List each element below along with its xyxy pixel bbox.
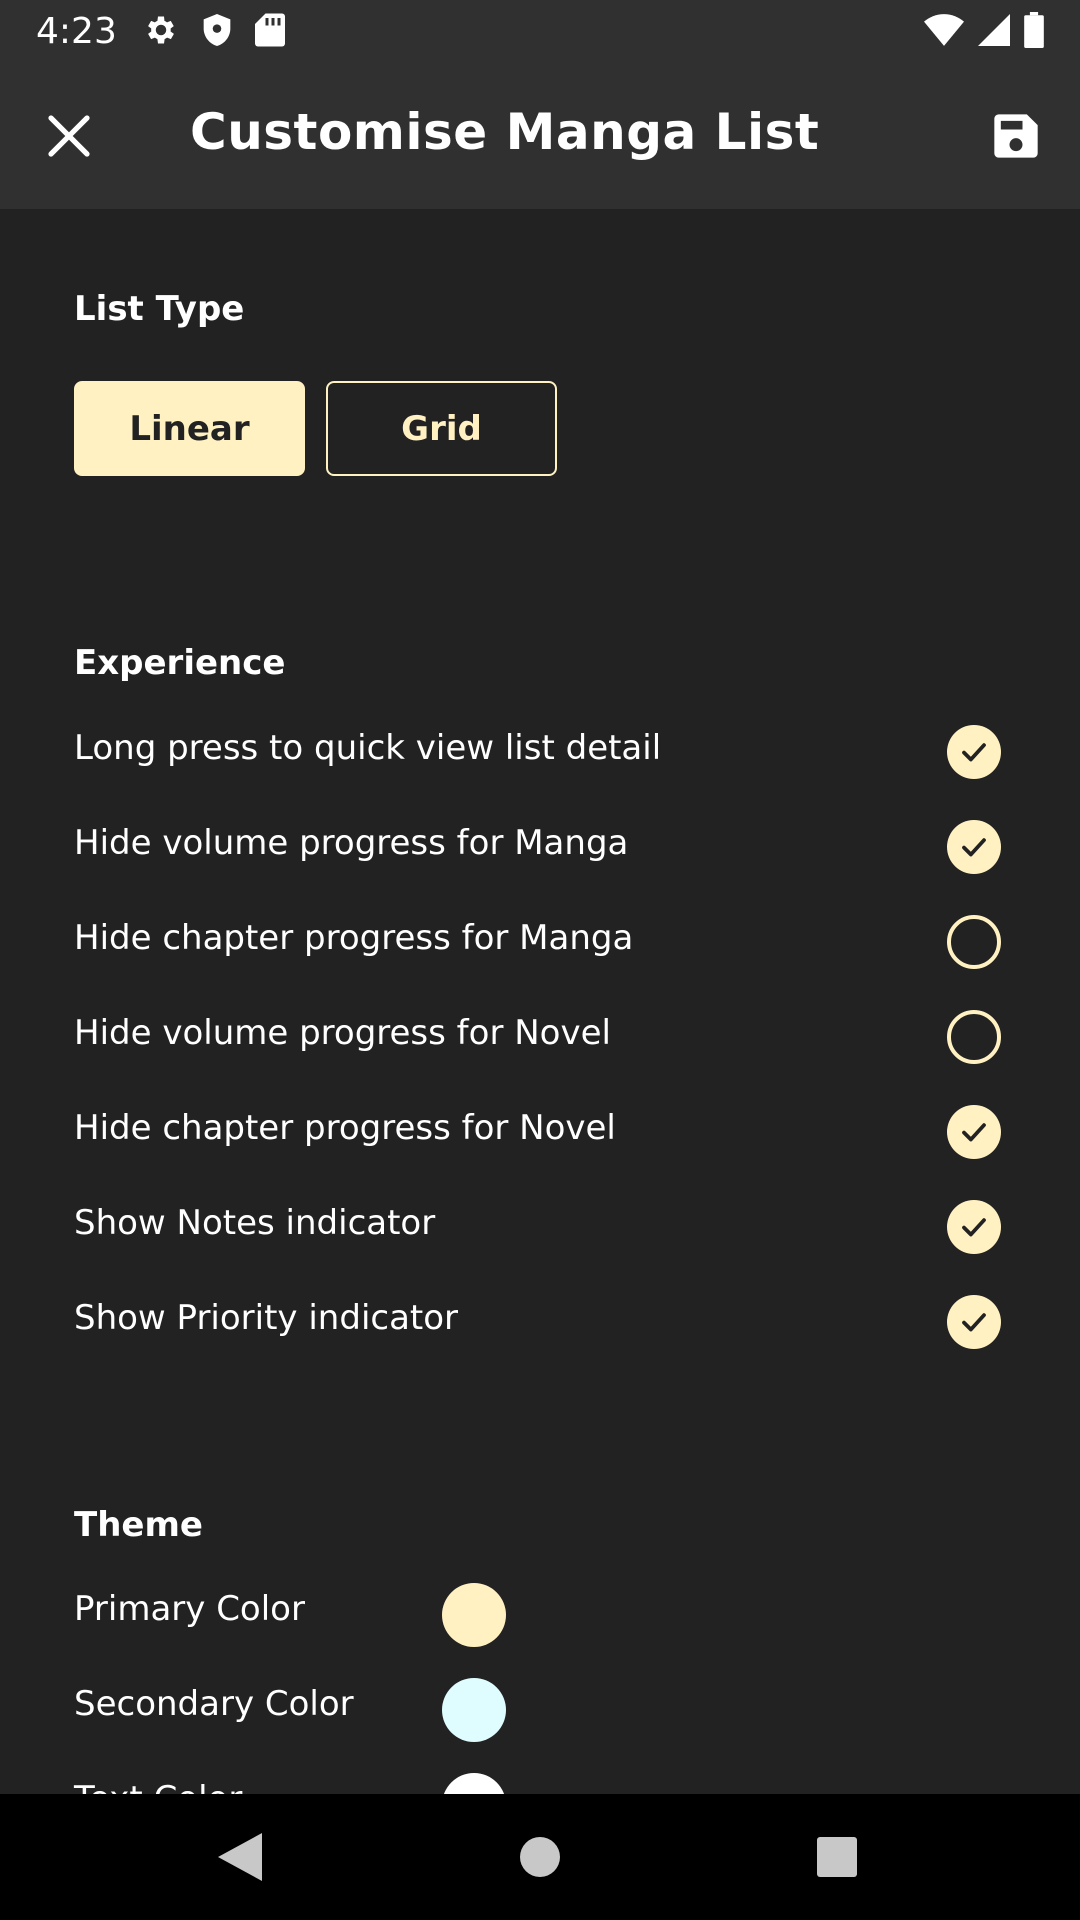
experience-row-hide-chapter-manga[interactable]: Hide chapter progress for Manga xyxy=(0,894,1080,989)
recents-button[interactable] xyxy=(812,1832,862,1882)
toggle-label: Hide volume progress for Novel xyxy=(74,1013,611,1053)
wifi-icon xyxy=(924,13,964,50)
status-bar: 4:23 xyxy=(0,0,1080,63)
toggle-label: Hide chapter progress for Novel xyxy=(74,1108,616,1148)
close-icon xyxy=(48,115,90,157)
status-icons-left xyxy=(143,12,285,52)
recents-icon xyxy=(817,1837,857,1877)
color-label: Primary Color xyxy=(74,1589,305,1629)
experience-row-notes-indicator[interactable]: Show Notes indicator xyxy=(0,1179,1080,1274)
secondary-color-row[interactable]: Secondary Color xyxy=(0,1662,1080,1757)
check-on-icon[interactable] xyxy=(947,725,1001,779)
toggle-label: Show Notes indicator xyxy=(74,1203,436,1243)
page-title: Customise Manga List xyxy=(190,103,820,161)
check-on-icon[interactable] xyxy=(947,1295,1001,1349)
screen: 4:23 Customise Manga List List Type Line… xyxy=(0,0,1080,1920)
experience-title: Experience xyxy=(74,643,286,683)
gear-icon xyxy=(143,12,179,52)
primary-color-row[interactable]: Primary Color xyxy=(0,1567,1080,1662)
check-off-icon[interactable] xyxy=(947,1010,1001,1064)
sd-card-icon xyxy=(254,12,285,52)
save-button[interactable] xyxy=(990,110,1042,162)
status-icons-right xyxy=(924,11,1044,52)
navigation-bar xyxy=(0,1794,1080,1920)
grid-option-button[interactable]: Grid xyxy=(326,381,557,476)
text-color-swatch[interactable] xyxy=(442,1773,506,1794)
check-on-icon[interactable] xyxy=(947,820,1001,874)
color-label: Secondary Color xyxy=(74,1684,354,1724)
toggle-label: Hide volume progress for Manga xyxy=(74,823,629,863)
settings-content: List Type Linear Grid Experience Long pr… xyxy=(0,209,1080,1794)
experience-row-hide-volume-novel[interactable]: Hide volume progress for Novel xyxy=(0,989,1080,1084)
check-on-icon[interactable] xyxy=(947,1200,1001,1254)
home-button[interactable] xyxy=(515,1832,565,1882)
back-button[interactable] xyxy=(215,1832,265,1882)
toggle-label: Show Priority indicator xyxy=(74,1298,459,1338)
home-icon xyxy=(520,1837,560,1877)
back-icon xyxy=(218,1833,262,1881)
app-bar: Customise Manga List xyxy=(0,63,1080,209)
toggle-label: Hide chapter progress for Manga xyxy=(74,918,634,958)
experience-row-quick-view[interactable]: Long press to quick view list detail xyxy=(0,704,1080,799)
secondary-color-swatch[interactable] xyxy=(442,1678,506,1742)
close-button[interactable] xyxy=(40,107,98,165)
color-label: Text Color xyxy=(74,1779,242,1794)
experience-row-hide-chapter-novel[interactable]: Hide chapter progress for Novel xyxy=(0,1084,1080,1179)
toggle-label: Long press to quick view list detail xyxy=(74,728,662,768)
theme-title: Theme xyxy=(74,1505,203,1545)
signal-icon xyxy=(978,13,1010,50)
text-color-row[interactable]: Text Color xyxy=(0,1757,1080,1794)
experience-row-priority-indicator[interactable]: Show Priority indicator xyxy=(0,1274,1080,1369)
experience-row-hide-volume-manga[interactable]: Hide volume progress for Manga xyxy=(0,799,1080,894)
list-type-title: List Type xyxy=(74,289,245,329)
save-icon xyxy=(994,114,1038,158)
battery-icon xyxy=(1024,11,1044,52)
shield-icon xyxy=(201,12,233,52)
linear-option-button[interactable]: Linear xyxy=(74,381,305,476)
primary-color-swatch[interactable] xyxy=(442,1583,506,1647)
status-time: 4:23 xyxy=(36,11,117,52)
check-off-icon[interactable] xyxy=(947,915,1001,969)
check-on-icon[interactable] xyxy=(947,1105,1001,1159)
